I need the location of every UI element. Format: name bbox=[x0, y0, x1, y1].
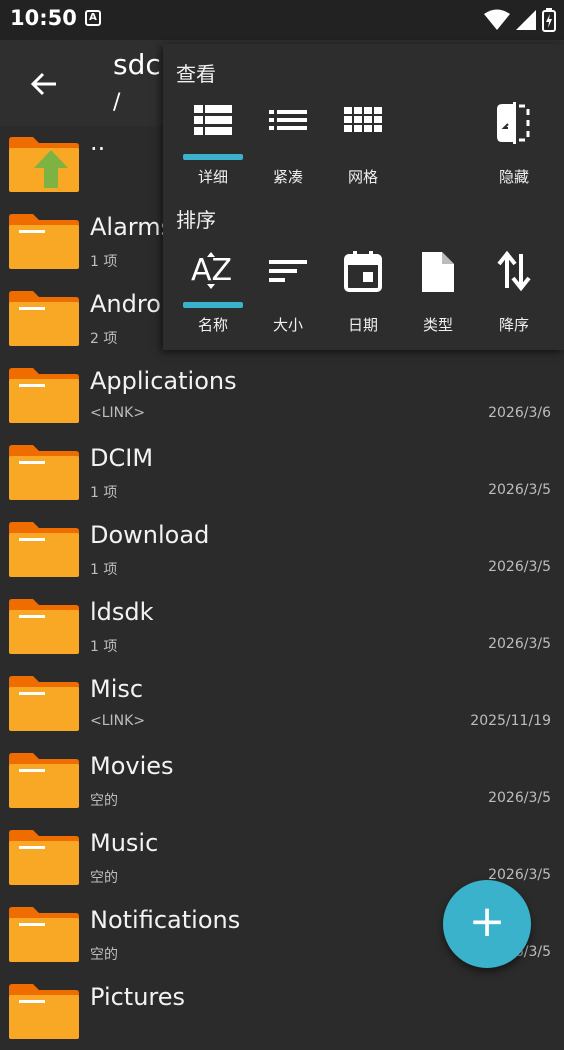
file-list-row[interactable]: Pictures bbox=[0, 973, 564, 1050]
swap-vertical-icon bbox=[497, 250, 531, 292]
view-option-label: 紧凑 bbox=[272, 168, 303, 186]
file-name: ldsdk bbox=[90, 598, 154, 626]
folder-icon bbox=[9, 599, 79, 654]
view-option-compact[interactable]: 紧凑 bbox=[250, 102, 326, 192]
file-info: 1 项 bbox=[90, 254, 118, 270]
sort-option-date[interactable]: 日期 bbox=[325, 250, 401, 340]
file-date: 2026/3/5 bbox=[488, 482, 551, 498]
file-info: 空的 bbox=[90, 947, 118, 963]
directory-path: / bbox=[113, 90, 121, 115]
file-list-row[interactable]: ldsdk 1 项 2026/3/5 bbox=[0, 588, 564, 665]
plus-icon: + bbox=[468, 896, 506, 947]
file-list-row[interactable]: Misc <LINK> 2025/11/19 bbox=[0, 665, 564, 742]
sort-option-label: 降序 bbox=[498, 316, 529, 334]
file-name: Applications bbox=[90, 367, 237, 395]
sort-option-label: 日期 bbox=[347, 316, 378, 334]
status-icons bbox=[484, 8, 556, 32]
file-list-row[interactable]: Movies 空的 2026/3/5 bbox=[0, 742, 564, 819]
file-list-row[interactable]: Download 1 项 2026/3/5 bbox=[0, 511, 564, 588]
view-selected-indicator bbox=[183, 154, 243, 160]
folder-icon bbox=[9, 753, 79, 808]
file-info: 2 项 bbox=[90, 331, 118, 347]
view-option-grid[interactable]: 网格 bbox=[325, 102, 401, 192]
sort-option-descending[interactable]: 降序 bbox=[476, 250, 552, 340]
file-type-icon bbox=[422, 252, 454, 292]
sort-option-label: 名称 bbox=[197, 316, 228, 334]
hide-panel-icon bbox=[497, 102, 530, 144]
sort-section-heading: 排序 bbox=[176, 208, 216, 232]
file-info: 空的 bbox=[90, 793, 118, 809]
file-name: Music bbox=[90, 829, 159, 857]
sort-size-icon bbox=[269, 260, 307, 282]
sort-az-icon: AZ bbox=[191, 252, 232, 289]
view-option-label: 隐藏 bbox=[498, 168, 529, 186]
add-fab-button[interactable]: + bbox=[443, 880, 531, 968]
file-name: Misc bbox=[90, 675, 144, 703]
list-compact-icon bbox=[269, 110, 307, 130]
file-info: <LINK> bbox=[90, 713, 146, 729]
file-name: Movies bbox=[90, 752, 174, 780]
file-date: 2026/3/6 bbox=[488, 405, 551, 421]
view-section-heading: 查看 bbox=[176, 62, 216, 86]
file-name: DCIM bbox=[90, 444, 154, 472]
file-list-row[interactable]: DCIM 1 项 2026/3/5 bbox=[0, 434, 564, 511]
folder-icon bbox=[9, 214, 79, 269]
directory-title: sdc bbox=[113, 48, 161, 81]
file-date: 2026/3/5 bbox=[488, 790, 551, 806]
folder-icon bbox=[9, 291, 79, 346]
file-name: Pictures bbox=[90, 983, 186, 1011]
file-name: Alarms bbox=[90, 213, 174, 241]
file-date: 2025/11/19 bbox=[470, 713, 551, 729]
folder-icon bbox=[9, 522, 79, 577]
folder-icon bbox=[9, 676, 79, 731]
file-list-row[interactable]: Applications <LINK> 2026/3/6 bbox=[0, 357, 564, 434]
sort-option-size[interactable]: 大小 bbox=[250, 250, 326, 340]
file-info: <LINK> bbox=[90, 405, 146, 421]
view-sort-menu: 查看 详细 紧凑 网格 隐藏 排序 AZ 名称 大小 日期 类型 降序 bbox=[163, 44, 564, 350]
folder-icon bbox=[9, 445, 79, 500]
file-info: 1 项 bbox=[90, 562, 118, 578]
sort-option-type[interactable]: 类型 bbox=[400, 250, 476, 340]
folder-icon bbox=[9, 907, 79, 962]
file-date: 2026/3/5 bbox=[488, 559, 551, 575]
sort-selected-indicator bbox=[183, 302, 243, 308]
sort-option-name[interactable]: AZ 名称 bbox=[175, 250, 251, 340]
folder-icon bbox=[9, 984, 79, 1039]
battery-icon bbox=[542, 8, 556, 32]
status-bar: 10:50 A bbox=[0, 0, 564, 40]
file-name: Download bbox=[90, 521, 210, 549]
file-info: 空的 bbox=[90, 870, 118, 886]
folder-up-icon bbox=[9, 137, 79, 192]
view-option-label: 详细 bbox=[197, 168, 228, 186]
file-info: 1 项 bbox=[90, 639, 118, 655]
status-time: 10:50 bbox=[10, 6, 77, 30]
file-name: .. bbox=[90, 128, 106, 156]
svg-text:AZ: AZ bbox=[191, 253, 232, 288]
file-date: 2026/3/5 bbox=[488, 636, 551, 652]
wifi-icon bbox=[484, 9, 510, 30]
folder-icon bbox=[9, 368, 79, 423]
list-details-icon bbox=[194, 105, 232, 135]
view-option-hide[interactable]: 隐藏 bbox=[476, 102, 552, 192]
sort-option-label: 类型 bbox=[422, 316, 453, 334]
view-option-details[interactable]: 详细 bbox=[175, 102, 251, 192]
sort-option-label: 大小 bbox=[272, 316, 303, 334]
file-name: Notifications bbox=[90, 906, 241, 934]
view-option-label: 网格 bbox=[347, 168, 378, 186]
back-arrow-icon[interactable] bbox=[24, 64, 64, 104]
signal-icon bbox=[516, 10, 536, 30]
folder-icon bbox=[9, 830, 79, 885]
grid-icon bbox=[344, 107, 382, 132]
notification-app-icon: A bbox=[85, 10, 101, 26]
calendar-icon bbox=[344, 251, 382, 292]
file-info: 1 项 bbox=[90, 485, 118, 501]
